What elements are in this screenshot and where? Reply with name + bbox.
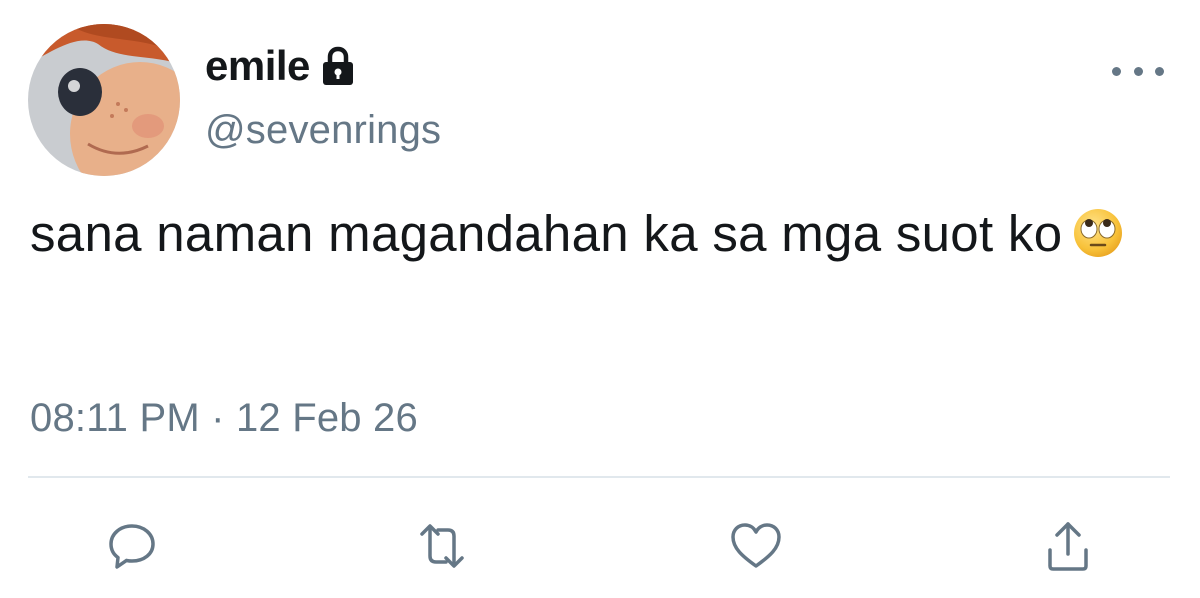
reply-button[interactable] (102, 516, 162, 576)
user-handle[interactable]: @sevenrings (205, 108, 441, 153)
heart-icon (731, 523, 781, 568)
divider (28, 476, 1170, 478)
more-dot-icon (1133, 66, 1143, 76)
more-options-button[interactable] (1112, 56, 1164, 86)
tweet-timestamp[interactable]: 08:11 PM · 12 Feb 26 (30, 396, 418, 441)
tweet-text-content: sana naman magandahan ka sa mga suot ko (30, 205, 1063, 262)
avatar[interactable] (28, 24, 180, 176)
more-dot-icon (1155, 66, 1164, 76)
like-button[interactable] (726, 516, 786, 576)
rolling-eyes-emoji-icon (1072, 207, 1124, 259)
share-button[interactable] (1038, 516, 1098, 576)
retweet-button[interactable] (412, 516, 472, 576)
share-icon (1048, 522, 1088, 571)
more-dot-icon (1112, 66, 1121, 76)
lock-icon (318, 45, 358, 87)
display-name-row[interactable]: emile (205, 38, 358, 94)
retweet-icon (420, 524, 464, 568)
display-name[interactable]: emile (205, 42, 310, 90)
tweet-text: sana naman magandahan ka sa mga suot ko (30, 200, 1170, 267)
reply-icon (109, 524, 155, 569)
